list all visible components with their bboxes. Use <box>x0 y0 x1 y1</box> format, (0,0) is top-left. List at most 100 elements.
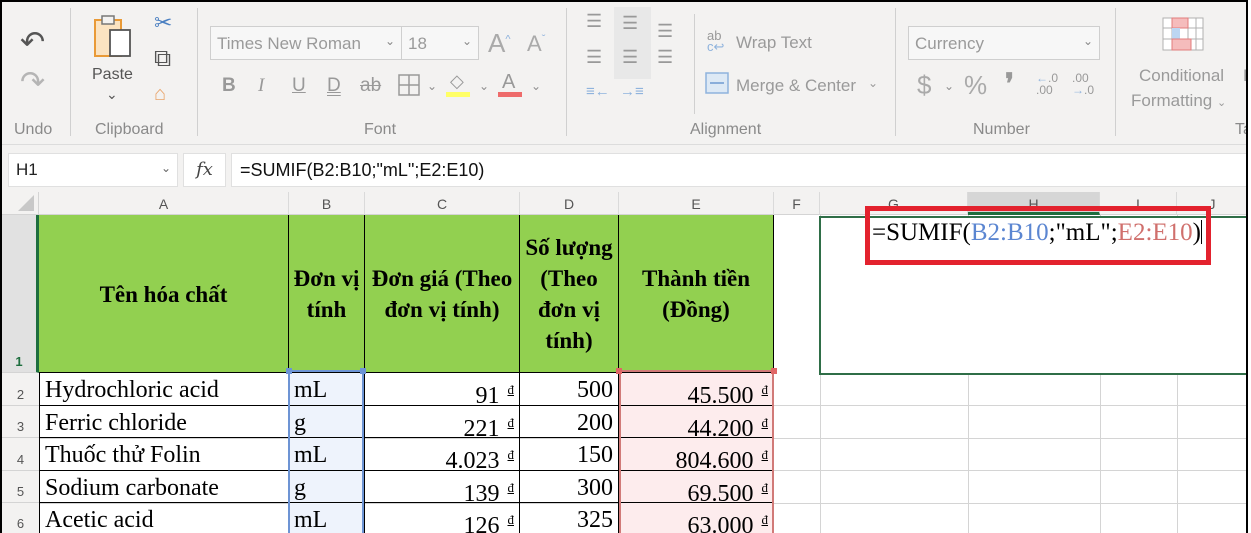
cell-quantity[interactable]: 300 <box>520 471 619 503</box>
cut-icon[interactable]: ✂ <box>154 12 172 34</box>
chevron-down-icon[interactable]: ⌄ <box>427 80 437 92</box>
bottom-align-button[interactable]: ☰ <box>657 22 673 40</box>
grow-font-icon[interactable]: A^ <box>488 30 511 56</box>
row-header-5[interactable]: 5 <box>2 471 39 503</box>
header-cell-quantity[interactable]: Số lượng (Theo đơn vị tính) <box>520 215 619 373</box>
number-format-select[interactable]: Currency ⌄ <box>908 26 1100 60</box>
cell-unit-price[interactable]: 221 đ <box>365 406 520 438</box>
column-header-e[interactable]: E <box>619 192 774 215</box>
range-handle[interactable] <box>360 368 366 374</box>
comma-style-button[interactable]: ❜ <box>1005 70 1014 98</box>
cell-quantity[interactable]: 150 <box>520 438 619 471</box>
cell-value: 200 <box>577 410 613 436</box>
cell-chemical-name[interactable]: Acetic acid <box>39 503 289 533</box>
select-all-button[interactable] <box>2 192 39 215</box>
cell-unit[interactable]: g <box>289 406 365 438</box>
currency-format-button[interactable]: $ <box>917 72 931 98</box>
font-color-button[interactable]: A <box>498 72 524 100</box>
row-header-3[interactable]: 3 <box>2 406 39 438</box>
range-handle[interactable] <box>771 368 777 374</box>
undo-group-label: Undo <box>14 121 53 138</box>
column-header-g[interactable]: G <box>820 192 968 215</box>
row-header-6[interactable]: 6 <box>2 503 39 533</box>
copy-icon[interactable]: ⧉ <box>154 47 171 71</box>
insert-function-button[interactable]: fx <box>183 153 226 187</box>
header-cell-unit[interactable]: Đơn vị tính <box>289 215 365 373</box>
column-header-d[interactable]: D <box>520 192 619 215</box>
cell-chemical-name[interactable]: Hydrochloric acid <box>39 373 289 406</box>
column-header-h[interactable]: H <box>968 192 1100 215</box>
cell-unit-price[interactable]: 91 đ <box>365 373 520 406</box>
column-header-b[interactable]: B <box>289 192 365 215</box>
paste-button[interactable]: Paste ⌄ <box>90 14 140 109</box>
cell-unit-price[interactable]: 4.023 đ <box>365 438 520 471</box>
chevron-down-icon[interactable]: ⌄ <box>161 161 171 175</box>
row-header-1[interactable]: 1 <box>2 215 39 373</box>
header-cell-name[interactable]: Tên hóa chất <box>39 215 289 373</box>
worksheet-grid[interactable]: Tên hóa chất Đơn vị tính Đơn giá (Theo đơn… <box>39 215 1246 533</box>
cell-total[interactable]: 69.500 đ <box>619 471 774 503</box>
cell-quantity[interactable]: 200 <box>520 406 619 438</box>
increase-indent-button[interactable]: →≡ <box>620 84 644 99</box>
format-as-table-partial[interactable]: F <box>1243 66 1246 86</box>
redo-icon[interactable]: ↷ <box>20 68 45 98</box>
paste-dropdown-icon[interactable]: ⌄ <box>106 86 118 103</box>
header-cell-total[interactable]: Thành tiền (Đồng) <box>619 215 774 373</box>
cell-unit-price[interactable]: 139 đ <box>365 471 520 503</box>
top-align-button[interactable]: ☰ <box>586 12 602 30</box>
fill-color-button[interactable]: ◇ <box>446 72 472 100</box>
cell-total[interactable]: 63.000 đ <box>619 503 774 533</box>
cell-total[interactable]: 44.200 đ <box>619 406 774 438</box>
cell-unit[interactable]: mL <box>289 503 365 533</box>
align-center-icon[interactable]: ☰ <box>622 48 638 66</box>
header-cell-price[interactable]: Đơn giá (Theo đơn vị tính) <box>365 215 520 373</box>
column-header-i[interactable]: I <box>1100 192 1177 215</box>
row-header-4[interactable]: 4 <box>2 438 39 471</box>
cell-unit-price[interactable]: 126 đ <box>365 503 520 533</box>
cell-chemical-name[interactable]: Ferric chloride <box>39 406 289 438</box>
wrap-text-button[interactable]: ab c↩ Wrap Text <box>707 29 827 56</box>
chevron-down-icon[interactable]: ⌄ <box>531 80 541 92</box>
cell-quantity[interactable]: 325 <box>520 503 619 533</box>
undo-icon[interactable]: ↶ <box>20 28 45 58</box>
increase-decimal-button[interactable]: ←.0.00 <box>1036 72 1058 96</box>
format-painter-icon[interactable]: ⌂ <box>154 84 166 104</box>
column-header-c[interactable]: C <box>365 192 520 215</box>
cell-value: Sodium carbonate <box>45 475 219 501</box>
cell-quantity[interactable]: 500 <box>520 373 619 406</box>
align-left-button[interactable]: ☰ <box>586 48 602 66</box>
column-header-f[interactable]: F <box>774 192 820 215</box>
chevron-down-icon[interactable]: ⌄ <box>944 80 954 92</box>
cell-chemical-name[interactable]: Sodium carbonate <box>39 471 289 503</box>
font-name-select[interactable]: Times New Roman ⌄ <box>210 26 402 60</box>
borders-icon[interactable] <box>398 74 420 96</box>
decrease-indent-button[interactable]: ≡← <box>586 84 610 99</box>
name-box[interactable]: H1 ⌄ <box>8 153 178 187</box>
conditional-formatting-button[interactable]: Conditional Formatting ⌄ <box>1127 14 1237 114</box>
cell-total[interactable]: 804.600 đ <box>619 438 774 471</box>
column-header-j[interactable]: J <box>1177 192 1246 215</box>
column-header-a[interactable]: A <box>39 192 289 215</box>
decrease-decimal-button[interactable]: .00 →.0 <box>1072 72 1094 96</box>
double-underline-button[interactable]: D <box>327 76 341 95</box>
bold-button[interactable]: B <box>222 76 236 95</box>
range-handle[interactable] <box>616 368 622 374</box>
cell-unit[interactable]: g <box>289 471 365 503</box>
underline-button[interactable]: U <box>292 76 306 95</box>
range-handle[interactable] <box>286 368 292 374</box>
cell-total[interactable]: 45.500 đ <box>619 373 774 406</box>
strikethrough-button[interactable]: ab <box>360 76 381 95</box>
percent-button[interactable]: % <box>964 72 987 98</box>
align-right-button[interactable]: ☰ <box>657 48 673 66</box>
row-header-2[interactable]: 2 <box>2 373 39 406</box>
font-size-select[interactable]: 18 ⌄ <box>401 26 479 60</box>
italic-button[interactable]: I <box>258 76 264 95</box>
cell-formula-text[interactable]: =SUMIF(B2:B10;"mL";E2:E10) <box>872 219 1202 247</box>
chevron-down-icon[interactable]: ⌄ <box>479 80 489 92</box>
merge-center-button[interactable]: Merge & Center ⌄ <box>705 72 885 100</box>
cell-chemical-name[interactable]: Thuốc thử Folin <box>39 438 289 471</box>
cell-unit[interactable]: mL <box>289 438 365 471</box>
formula-input[interactable]: =SUMIF(B2:B10;"mL";E2:E10) <box>231 153 1246 187</box>
cell-unit[interactable]: mL <box>289 373 365 406</box>
shrink-font-icon[interactable]: Aˇ <box>527 33 545 55</box>
